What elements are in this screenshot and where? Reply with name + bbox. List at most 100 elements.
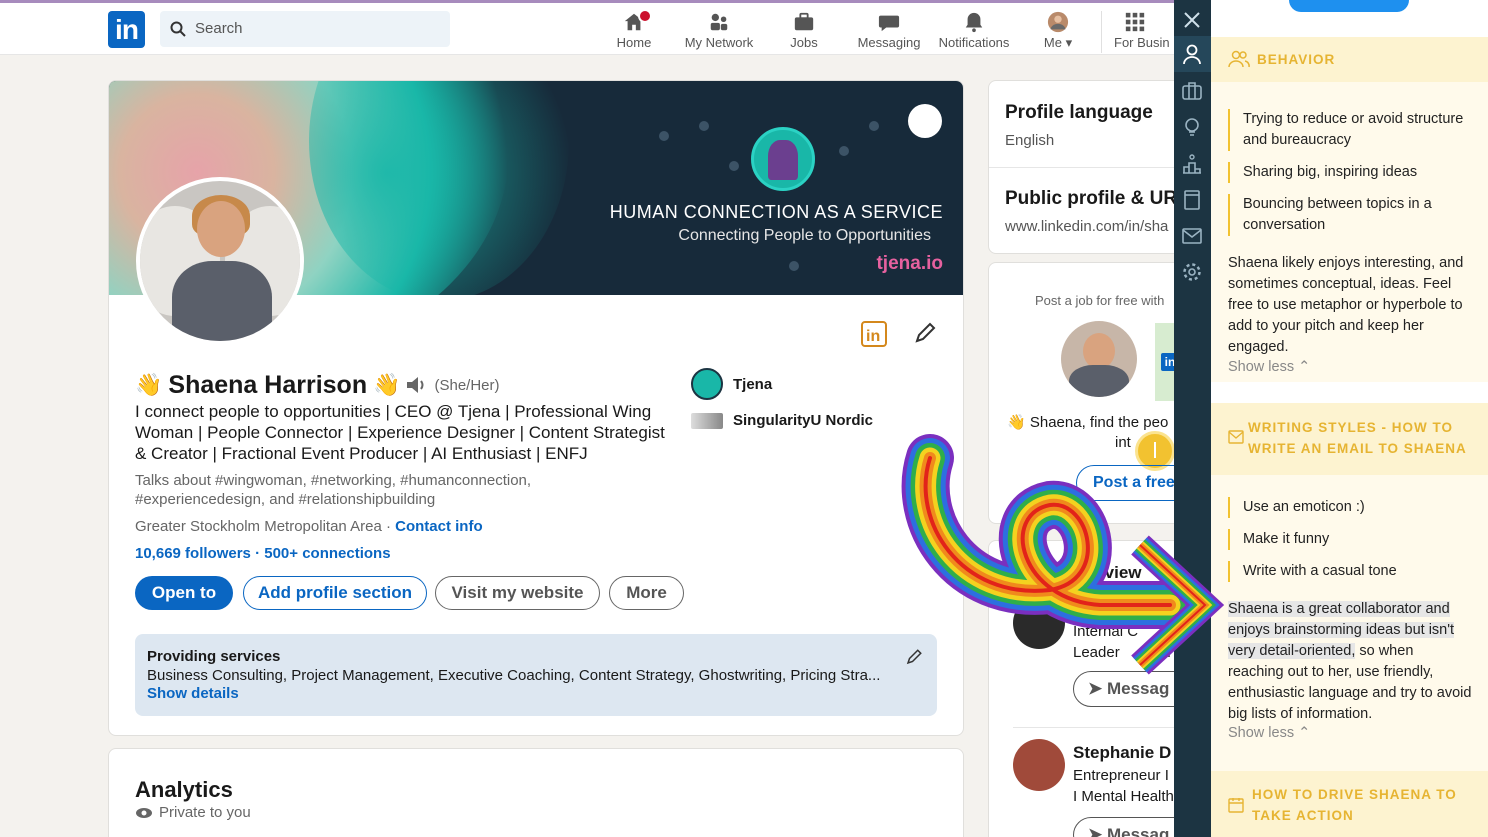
nav-home[interactable]: Home <box>592 7 676 53</box>
public-profile-title: Public profile & URL <box>1005 188 1188 209</box>
bell-icon <box>965 12 983 33</box>
person2-title: Entrepreneur I <box>1073 767 1169 784</box>
behavior-description: Shaena likely enjoys interesting, and so… <box>1228 255 1464 355</box>
show-details-link[interactable]: Show details <box>147 685 925 702</box>
add-profile-section-button[interactable]: Add profile section <box>243 576 427 610</box>
messaging-icon <box>878 15 900 32</box>
profile-language-value: English <box>1005 132 1055 149</box>
analytics-privacy: Private to you <box>159 804 251 821</box>
profile-language-title: Profile language <box>1005 102 1153 123</box>
wave-emoji: 👋 <box>135 372 163 397</box>
nav-me[interactable]: Me ▾ <box>1016 7 1100 53</box>
divider <box>989 167 1187 168</box>
top-nav-bar: in Search Home My Network Jobs Messaging… <box>0 3 1180 55</box>
more-button[interactable]: More <box>609 576 684 610</box>
analytics-card: Analytics Private to you <box>108 748 964 837</box>
banner-dot <box>869 121 879 131</box>
podium-icon[interactable] <box>1181 153 1203 175</box>
banner-dot <box>659 131 669 141</box>
nav-jobs[interactable]: Jobs <box>762 7 846 53</box>
briefcase-icon <box>794 12 814 31</box>
providing-services-box: Providing services Business Consulting, … <box>135 634 937 716</box>
personality-insights-panel: BEHAVIOR Trying to reduce or avoid struc… <box>1211 0 1488 837</box>
person2-avatar[interactable] <box>1013 739 1065 791</box>
profile-card: HUMAN CONNECTION AS A SERVICE Connecting… <box>108 80 964 736</box>
show-less-link[interactable]: Show less ⌃ <box>1228 725 1310 741</box>
divider <box>1013 727 1177 728</box>
grid-icon <box>1125 12 1145 32</box>
pronunciation-speaker-icon[interactable] <box>405 375 429 395</box>
promo-text: 👋 Shaena, find the peo <box>1007 414 1169 431</box>
nav-jobs-label: Jobs <box>790 35 818 50</box>
eye-icon <box>136 808 152 818</box>
linkedin-premium-icon[interactable]: in <box>861 321 887 347</box>
company-name: Tjena <box>733 375 773 393</box>
person2-name[interactable]: Stephanie D <box>1073 743 1171 763</box>
panel-top-button[interactable] <box>1289 0 1409 12</box>
company-singularityu[interactable]: SingularityU Nordic <box>691 412 873 429</box>
photo-head <box>197 201 245 257</box>
writing-description: Shaena is a great collaborator and enjoy… <box>1228 601 1472 722</box>
message-button[interactable]: ➤ Messag <box>1073 671 1187 707</box>
nav-my-network-label: My Network <box>684 35 754 50</box>
network-icon <box>710 13 728 31</box>
take-action-header[interactable]: HOW TO DRIVE SHAENA TO TAKE ACTION <box>1211 771 1488 837</box>
wave-emoji: 👋 <box>373 372 401 397</box>
message-button[interactable]: ➤ Messag <box>1073 817 1187 837</box>
open-to-button[interactable]: Open to <box>135 576 233 610</box>
edit-banner-button[interactable] <box>908 104 942 138</box>
company-name: SingularityU Nordic <box>733 412 874 429</box>
behavior-section-header[interactable]: BEHAVIOR <box>1211 37 1488 82</box>
post-free-job-button[interactable]: Post a free <box>1076 465 1187 501</box>
writing-styles-title: WRITING STYLES - HOW TO WRITE AN EMAIL T… <box>1248 420 1467 456</box>
contact-info-link[interactable]: Contact info <box>395 518 483 535</box>
writing-bullet: Make it funny <box>1228 529 1478 550</box>
nav-notifications[interactable]: Notifications <box>932 7 1016 53</box>
person1-title: Internal C <box>1073 623 1139 640</box>
lightbulb-icon[interactable] <box>1181 116 1203 138</box>
linkedin-logo[interactable]: in <box>108 11 145 48</box>
document-icon[interactable] <box>1181 189 1203 211</box>
connections-link[interactable]: · 500+ connections <box>255 545 390 562</box>
briefcase-icon[interactable] <box>1181 80 1203 102</box>
followers-link[interactable]: 10,669 followers <box>135 545 251 562</box>
mail-icon[interactable] <box>1181 225 1203 247</box>
close-icon[interactable] <box>1181 9 1203 31</box>
company-tjena[interactable]: Tjena <box>691 368 772 400</box>
edit-pencil-icon[interactable] <box>905 648 923 666</box>
settings-gear-icon[interactable] <box>1181 261 1203 283</box>
writing-bullet: Use an emoticon :) <box>1228 497 1478 518</box>
nav-for-business[interactable]: For Busin <box>1114 7 1180 53</box>
person1-avatar[interactable] <box>1013 597 1065 649</box>
profile-name: Shaena Harrison <box>168 370 368 399</box>
nav-home-label: Home <box>616 35 652 50</box>
post-job-text: Post a job for free with <box>1035 293 1165 308</box>
avatar-icon <box>1047 11 1069 33</box>
profile-photo[interactable] <box>136 177 304 345</box>
search-input[interactable]: Search <box>160 11 450 47</box>
edit-pencil-icon[interactable] <box>913 321 937 345</box>
banner-subtitle: Connecting People to Opportunities <box>678 227 931 244</box>
nav-my-network[interactable]: My Network <box>677 7 761 53</box>
tjena-emblem <box>751 127 815 191</box>
visit-website-button[interactable]: Visit my website <box>435 576 600 610</box>
name-row: 👋 Shaena Harrison 👋 (She/Her) <box>135 369 500 401</box>
promo-text-2: int <box>1115 434 1131 451</box>
person-icon[interactable] <box>1181 43 1203 65</box>
writing-styles-header[interactable]: WRITING STYLES - HOW TO WRITE AN EMAIL T… <box>1211 403 1488 475</box>
writing-bullet: Write with a casual tone <box>1228 561 1478 582</box>
public-profile-url[interactable]: www.linkedin.com/in/sha <box>1005 218 1168 235</box>
pronouns: (She/Her) <box>434 376 500 394</box>
search-placeholder: Search <box>195 20 243 37</box>
people-also-viewed-card: le also view Internal C Leader pl ➤ Mess… <box>988 540 1188 837</box>
show-less-link[interactable]: Show less ⌃ <box>1228 359 1310 375</box>
people-icon <box>1228 50 1250 68</box>
photo-body <box>172 261 272 341</box>
location: Greater Stockholm Metropolitan Area · Co… <box>135 518 483 535</box>
banner-dot <box>789 261 799 271</box>
nav-messaging[interactable]: Messaging <box>847 7 931 53</box>
person2-title-2: I Mental Health <box>1073 788 1174 805</box>
svg-text:in: in <box>866 328 880 345</box>
nav-divider <box>1101 11 1102 53</box>
person1-title-2b: pl <box>1159 644 1171 661</box>
